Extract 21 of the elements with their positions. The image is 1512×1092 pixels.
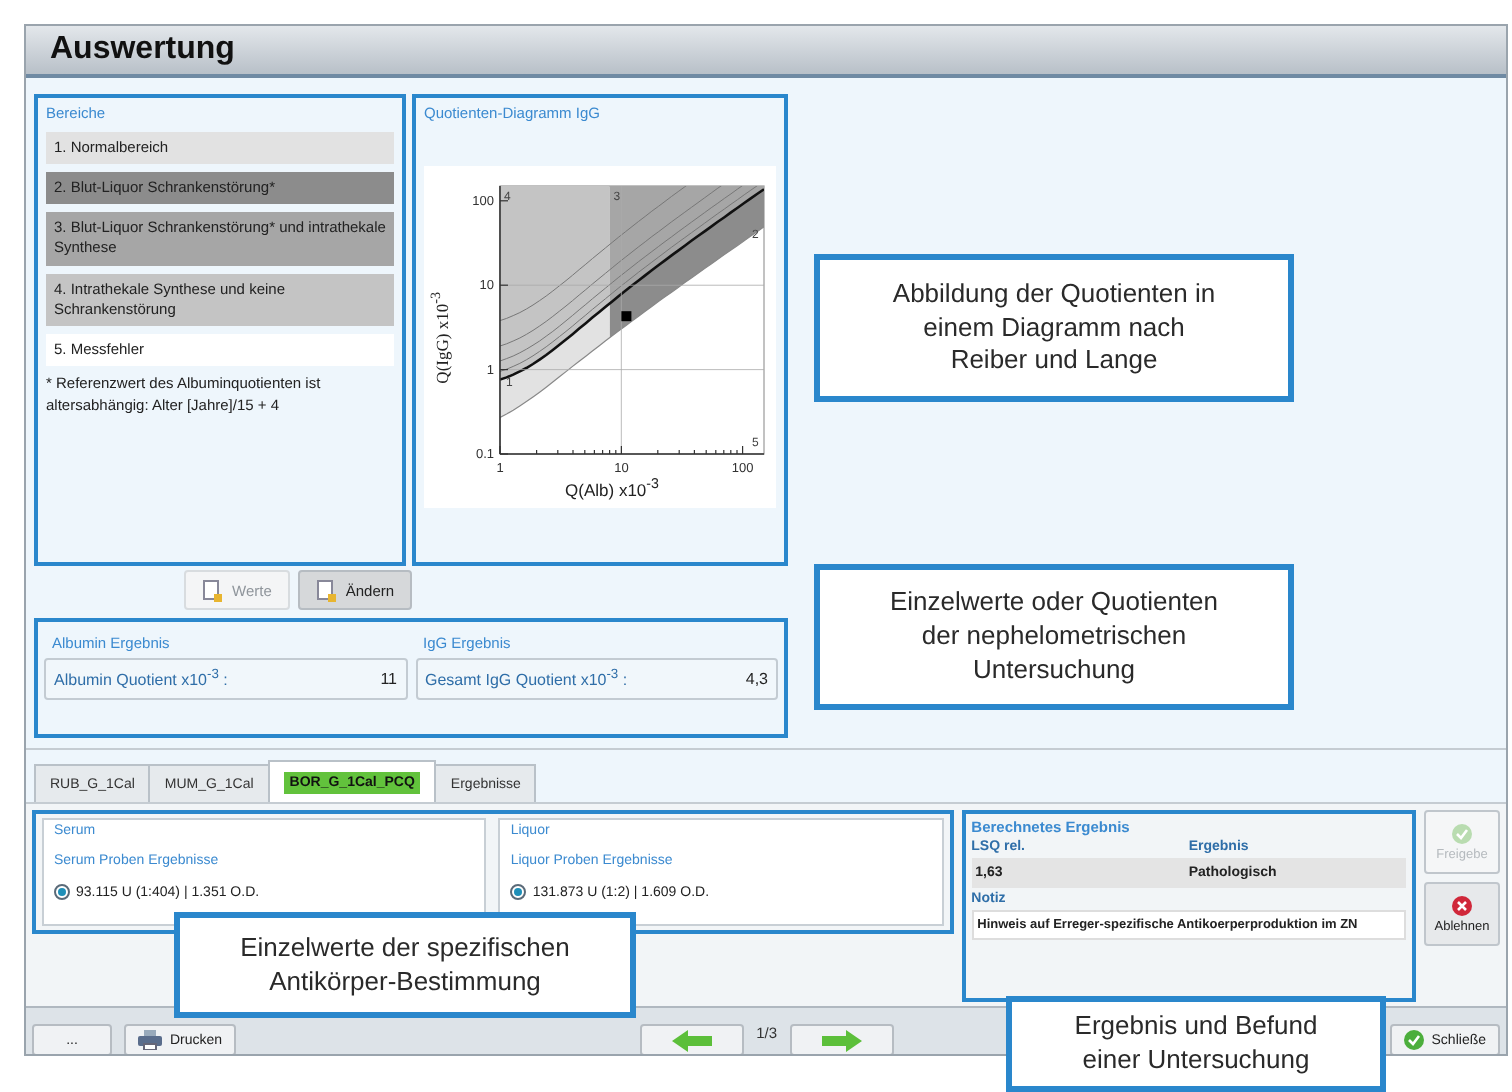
printer-icon xyxy=(138,1030,162,1050)
document-icon xyxy=(315,579,336,601)
callout: Abbildung der Quotienten in einem Diagramm nach Reiber und Lange xyxy=(814,254,1294,402)
field-label: Albumin Quotient x10$^{-3}$ : xyxy=(54,668,228,690)
callout: Einzelwerte oder Quotienten der nephelometrischen Untersuchung xyxy=(814,564,1294,710)
field-label: Gesamt IgG Quotient x10$^{-3}$ : xyxy=(425,668,628,690)
close-icon xyxy=(1452,895,1472,915)
field-value: 4,3 xyxy=(745,669,768,688)
check-icon xyxy=(1403,1030,1424,1050)
check-icon xyxy=(1452,823,1472,843)
x-axis-label: Q(Alb) x10$^{-3}$ xyxy=(565,476,659,500)
right-arrow-icon xyxy=(821,1029,862,1051)
left-arrow-icon xyxy=(672,1029,713,1051)
radio-button[interactable] xyxy=(510,884,527,900)
callout: Einzelwerte der spezifischen Antikörper-Bestimmung xyxy=(174,912,636,1018)
callout: Ergebnis und Befund einer Untersuchung xyxy=(1006,996,1386,1092)
window-title: Auswertung xyxy=(50,32,235,68)
data-point xyxy=(621,311,632,322)
document-icon xyxy=(202,579,222,601)
radio-button[interactable] xyxy=(54,884,70,900)
field-value: 11 xyxy=(380,669,397,688)
